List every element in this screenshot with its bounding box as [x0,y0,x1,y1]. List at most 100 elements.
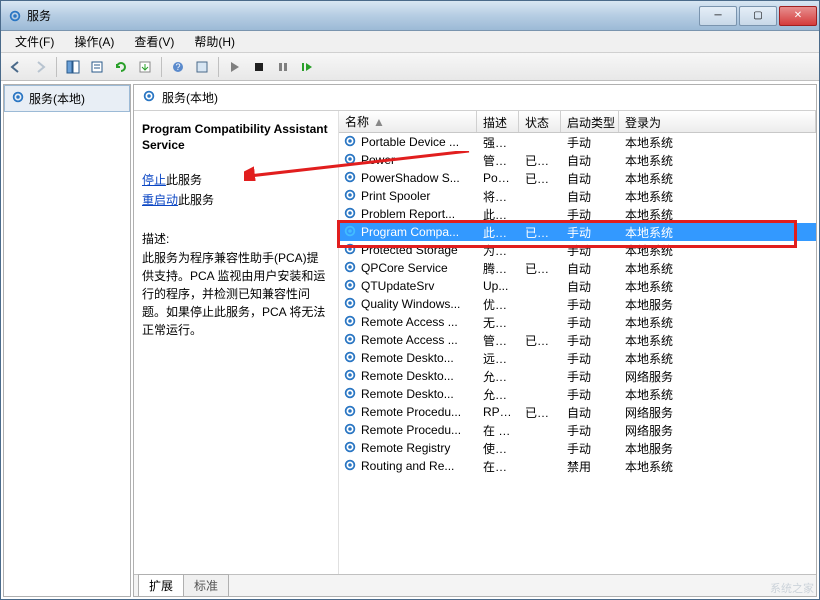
table-row[interactable]: Remote Access ...管理...已启动手动本地系统 [339,331,816,349]
table-row[interactable]: Quality Windows...优质...手动本地服务 [339,295,816,313]
menu-action[interactable]: 操作(A) [64,31,124,52]
toolbar: ? [1,53,819,81]
gear-icon [343,350,357,367]
service-name-text: QTUpdateSrv [361,279,434,293]
service-name-text: Portable Device ... [361,135,459,149]
gear-icon [343,134,357,151]
tree-root-label: 服务(本地) [29,90,85,107]
svg-text:?: ? [175,62,180,72]
title-bar[interactable]: 服务 ─ ▢ ✕ [1,1,819,31]
menu-view[interactable]: 查看(V) [124,31,184,52]
table-row[interactable]: Remote Deskto...远程...手动本地系统 [339,349,816,367]
toolbar-separator [161,57,162,77]
col-startup[interactable]: 启动类型 [561,111,619,132]
col-status[interactable]: 状态 [519,111,561,132]
toolbar-separator [218,57,219,77]
pause-button[interactable] [272,56,294,78]
cell-logon: 本地系统 [619,242,816,259]
table-row[interactable]: QPCore Service腾讯...已启动自动本地系统 [339,259,816,277]
cell-logon: 本地系统 [619,152,816,169]
cell-name: Problem Report... [339,206,477,223]
cell-startup: 手动 [561,368,619,385]
table-row[interactable]: Routing and Re...在局...禁用本地系统 [339,457,816,475]
cell-logon: 网络服务 [619,422,816,439]
cell-startup: 自动 [561,170,619,187]
help-button[interactable]: ? [167,56,189,78]
cell-status: 已启动 [519,152,561,169]
gear-icon [343,224,357,241]
col-desc[interactable]: 描述 [477,111,519,132]
content-area: 服务(本地) 服务(本地) Program Compatibility Assi… [1,81,819,599]
table-row[interactable]: Remote Access ...无论...手动本地系统 [339,313,816,331]
cell-startup: 自动 [561,278,619,295]
tab-standard[interactable]: 标准 [183,574,229,596]
back-button[interactable] [5,56,27,78]
cell-name: Remote Deskto... [339,368,477,385]
tab-extended[interactable]: 扩展 [138,574,184,596]
tree-pane: 服务(本地) [3,84,131,597]
cell-name: Remote Access ... [339,332,477,349]
play-button[interactable] [224,56,246,78]
extra-button[interactable] [191,56,213,78]
menu-file[interactable]: 文件(F) [5,31,64,52]
restart-suffix: 此服务 [178,193,214,207]
table-row[interactable]: PowerShadow S...Pow...已启动自动本地系统 [339,169,816,187]
cell-logon: 本地系统 [619,224,816,241]
gear-icon [343,404,357,421]
col-name[interactable]: 名称▲ [339,111,477,132]
table-row[interactable]: Remote Registry使远...手动本地服务 [339,439,816,457]
export-button[interactable] [134,56,156,78]
cell-name: QPCore Service [339,260,477,277]
gear-icon [343,242,357,259]
table-row[interactable]: Print Spooler将文...自动本地系统 [339,187,816,205]
maximize-button[interactable]: ▢ [739,6,777,26]
right-pane-body: Program Compatibility Assistant Service … [134,111,816,574]
table-row[interactable]: Protected Storage为敏...手动本地系统 [339,241,816,259]
menu-help[interactable]: 帮助(H) [184,31,245,52]
table-row[interactable]: Remote Procedu...在 W...手动网络服务 [339,421,816,439]
cell-logon: 本地系统 [619,314,816,331]
table-row[interactable]: Portable Device ...强制...手动本地系统 [339,133,816,151]
cell-desc: 此服... [477,224,519,241]
stop-button[interactable] [248,56,270,78]
service-name-text: Protected Storage [361,243,458,257]
restart-button[interactable] [296,56,318,78]
service-name-text: Remote Deskto... [361,351,454,365]
window-title: 服务 [27,7,699,24]
service-name-text: Problem Report... [361,207,455,221]
table-row[interactable]: Problem Report...此服...手动本地系统 [339,205,816,223]
cell-logon: 本地服务 [619,296,816,313]
table-row[interactable]: Power管理...已启动自动本地系统 [339,151,816,169]
cell-name: Remote Registry [339,440,477,457]
cell-name: Remote Procedu... [339,422,477,439]
forward-button[interactable] [29,56,51,78]
cell-startup: 自动 [561,152,619,169]
gear-icon [343,296,357,313]
cell-name: Power [339,152,477,169]
selected-service-title: Program Compatibility Assistant Service [142,121,330,153]
app-icon [7,8,23,24]
service-name-text: Remote Procedu... [361,423,461,437]
tree-root-item[interactable]: 服务(本地) [4,85,130,112]
table-row[interactable]: Remote Deskto...允许...手动网络服务 [339,367,816,385]
gear-icon [343,206,357,223]
table-row[interactable]: QTUpdateSrvUp...自动本地系统 [339,277,816,295]
cell-startup: 手动 [561,206,619,223]
view-tabs: 扩展 标准 [134,574,816,596]
table-row[interactable]: Remote Procedu...RPC...已启动自动网络服务 [339,403,816,421]
stop-service-link[interactable]: 停止 [142,173,166,187]
cell-desc: 优质... [477,296,519,313]
restart-service-link[interactable]: 重启动 [142,193,178,207]
properties-button[interactable] [86,56,108,78]
col-logon[interactable]: 登录为 [619,111,816,132]
table-row[interactable]: Remote Deskto...允许...手动本地系统 [339,385,816,403]
refresh-button[interactable] [110,56,132,78]
table-row[interactable]: Program Compa...此服...已启动手动本地系统 [339,223,816,241]
show-hide-tree-button[interactable] [62,56,84,78]
cell-status: 已启动 [519,170,561,187]
service-rows[interactable]: Portable Device ...强制...手动本地系统Power管理...… [339,133,816,574]
description-label: 描述: [142,230,330,247]
minimize-button[interactable]: ─ [699,6,737,26]
column-headers: 名称▲ 描述 状态 启动类型 登录为 [339,111,816,133]
close-button[interactable]: ✕ [779,6,817,26]
